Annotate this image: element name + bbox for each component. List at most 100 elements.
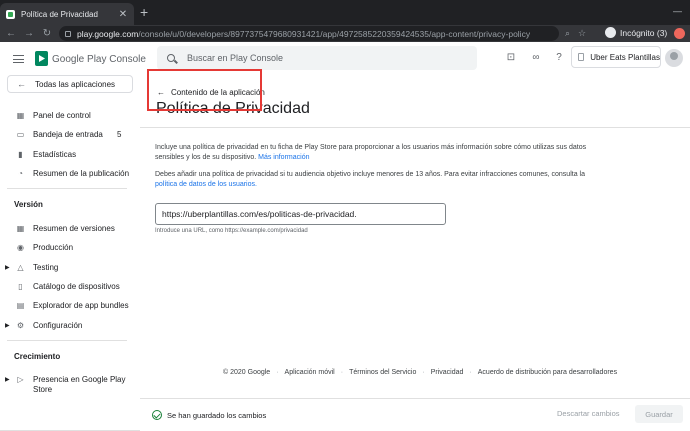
sidebar-item-dashboard[interactable]: ▦ Panel de control	[0, 107, 140, 123]
sidebar-item-store-presence[interactable]: ▶ ▷ Presencia en Google Play Store	[0, 373, 140, 395]
learn-more-link[interactable]: Más información	[258, 154, 309, 161]
footer-link-mobile-app[interactable]: Aplicación móvil	[285, 369, 335, 376]
section-title-growth: Crecimiento	[14, 352, 61, 361]
saved-status-text: Se han guardado los cambios	[167, 410, 267, 420]
sidebar-item-label: Resumen de la publicación	[33, 168, 130, 178]
production-icon: ◉	[17, 242, 24, 252]
sidebar-item-device-catalog[interactable]: ▯ Catálogo de dispositivos	[0, 278, 140, 294]
app-bundle-icon: ▤	[16, 300, 25, 310]
new-tab-icon[interactable]: +	[140, 4, 148, 20]
sidebar-divider	[7, 188, 127, 189]
app-header: Google Play Console ⊡ ∞ ? Uber Eats Plan…	[0, 42, 690, 75]
save-action-bar: Se han guardado los cambios Descartar ca…	[140, 398, 690, 431]
testing-icon: △	[17, 262, 24, 272]
footer-link-distribution-agreement[interactable]: Acuerdo de distribución para desarrollad…	[478, 369, 617, 376]
footer-separator: ·	[422, 369, 425, 376]
url-helper-text: Introduce una URL, como https://example.…	[155, 228, 308, 234]
lock-icon	[65, 30, 71, 37]
discard-changes-button[interactable]: Descartar cambios	[557, 409, 620, 418]
releases-icon: ▦	[16, 223, 25, 233]
sidebar-divider	[7, 340, 127, 341]
annotation-highlight-box	[147, 69, 262, 111]
notice-text: Debes añadir una política de privacidad …	[155, 171, 585, 178]
bookmark-star-icon[interactable]: ☆	[578, 28, 586, 39]
footer-link-terms[interactable]: Términos del Servicio	[349, 369, 416, 376]
user-data-policy-link[interactable]: política de datos de los usuarios.	[155, 181, 257, 188]
incognito-icon	[605, 27, 616, 38]
zoom-icon[interactable]: ⌕	[565, 28, 570, 39]
footer-separator: ·	[469, 369, 472, 376]
menu-icon[interactable]	[13, 55, 24, 63]
footer-link-privacy[interactable]: Privacidad	[431, 369, 464, 376]
save-button[interactable]: Guardar	[635, 405, 683, 423]
expand-caret-icon[interactable]: ▶	[5, 264, 10, 271]
section-title-version: Versión	[14, 200, 43, 209]
browser-tab[interactable]: Política de Privacidad ✕	[0, 3, 134, 25]
developer-account-chip[interactable]: Uber Eats Plantillas	[571, 46, 661, 68]
description-text: Incluye una política de privacidad en tu…	[155, 144, 587, 161]
sidebar-item-production[interactable]: ◉ Producción	[0, 239, 140, 255]
minimize-window-icon[interactable]: —	[673, 6, 682, 16]
settings-icon: ⚙	[16, 320, 25, 330]
check-circle-icon	[152, 410, 162, 420]
sidebar-item-label: Configuración	[33, 320, 83, 330]
play-console-logo-icon	[35, 51, 48, 66]
sidebar-item-publishing-overview[interactable]: ◔ Resumen de la publicación	[0, 165, 140, 181]
browser-tab-bar: Política de Privacidad ✕ + —	[0, 0, 690, 25]
sidebar-item-app-bundle-explorer[interactable]: ▤ Explorador de app bundles	[0, 297, 140, 313]
back-arrow-icon: ←	[17, 79, 26, 89]
copyright-text: © 2020 Google	[223, 369, 271, 376]
sidebar-item-releases-overview[interactable]: ▦ Resumen de versiones	[0, 220, 140, 236]
device-catalog-icon: ▯	[18, 281, 23, 291]
sidebar-item-configuration[interactable]: ▶ ⚙ Configuración	[0, 317, 140, 333]
url-path: /console/u/0/developers/8977375479680931…	[138, 28, 531, 39]
sidebar-item-testing[interactable]: ▶ △ Testing	[0, 259, 140, 275]
close-tab-icon[interactable]: ✕	[118, 9, 128, 20]
avatar[interactable]	[665, 49, 683, 67]
sidebar-item-statistics[interactable]: ▮ Estadísticas	[0, 146, 140, 162]
link-icon[interactable]: ∞	[530, 52, 542, 64]
sidebar-item-label-line2: Store	[33, 385, 53, 394]
privacy-policy-url-input[interactable]	[155, 203, 446, 225]
all-apps-label: Todas las aplicaciones	[35, 79, 116, 89]
forward-arrow-icon[interactable]: →	[22, 28, 36, 39]
expand-caret-icon[interactable]: ▶	[5, 322, 10, 329]
play-store-icon: ▷	[17, 375, 24, 384]
sidebar-item-label: Catálogo de dispositivos	[33, 281, 120, 291]
children-policy-notice: Debes añadir una política de privacidad …	[155, 170, 605, 190]
sidebar: ← Todas las aplicaciones ▦ Panel de cont…	[0, 75, 140, 431]
search-icon	[167, 54, 175, 62]
sidebar-item-label: Panel de control	[33, 110, 91, 120]
search-box[interactable]	[157, 46, 477, 70]
sidebar-item-label: Resumen de versiones	[33, 223, 115, 233]
browser-toolbar: ← → ↻ play.google.com /console/u/0/devel…	[0, 25, 690, 42]
feedback-icon[interactable]: ⊡	[505, 52, 517, 64]
sidebar-item-label: Testing	[33, 262, 59, 272]
sidebar-item-inbox[interactable]: ▭ Bandeja de entrada 5	[0, 126, 140, 142]
saved-status: Se han guardado los cambios	[152, 410, 266, 420]
address-bar[interactable]: play.google.com /console/u/0/developers/…	[59, 26, 559, 41]
search-input[interactable]	[187, 53, 447, 63]
tab-title: Política de Privacidad	[21, 9, 98, 19]
incognito-indicator[interactable]: Incógnito (3)	[605, 27, 667, 38]
expand-caret-icon[interactable]: ▶	[5, 376, 10, 383]
all-apps-button[interactable]: ← Todas las aplicaciones	[7, 75, 133, 93]
sidebar-item-label: Bandeja de entrada	[33, 129, 103, 139]
stats-icon: ▮	[18, 149, 23, 159]
help-icon[interactable]: ?	[553, 52, 565, 64]
back-arrow-icon[interactable]: ←	[4, 28, 18, 39]
play-console-favicon-icon	[6, 9, 15, 19]
page-footer: © 2020 Google · Aplicación móvil · Térmi…	[223, 369, 617, 376]
publishing-icon: ◔	[18, 168, 23, 178]
dashboard-icon: ▦	[16, 110, 25, 120]
reload-icon[interactable]: ↻	[40, 28, 54, 39]
inbox-count-badge: 5	[117, 129, 122, 139]
title-divider	[140, 127, 690, 128]
sidebar-item-label: Producción	[33, 242, 74, 252]
sidebar-item-label: Presencia en Google Play	[33, 375, 126, 384]
footer-separator: ·	[340, 369, 344, 376]
sidebar-item-label: Estadísticas	[33, 149, 77, 159]
account-name: Uber Eats Plantillas	[590, 52, 660, 62]
sidebar-item-label: Explorador de app bundles	[33, 300, 129, 310]
browser-menu-icon[interactable]	[674, 28, 685, 39]
